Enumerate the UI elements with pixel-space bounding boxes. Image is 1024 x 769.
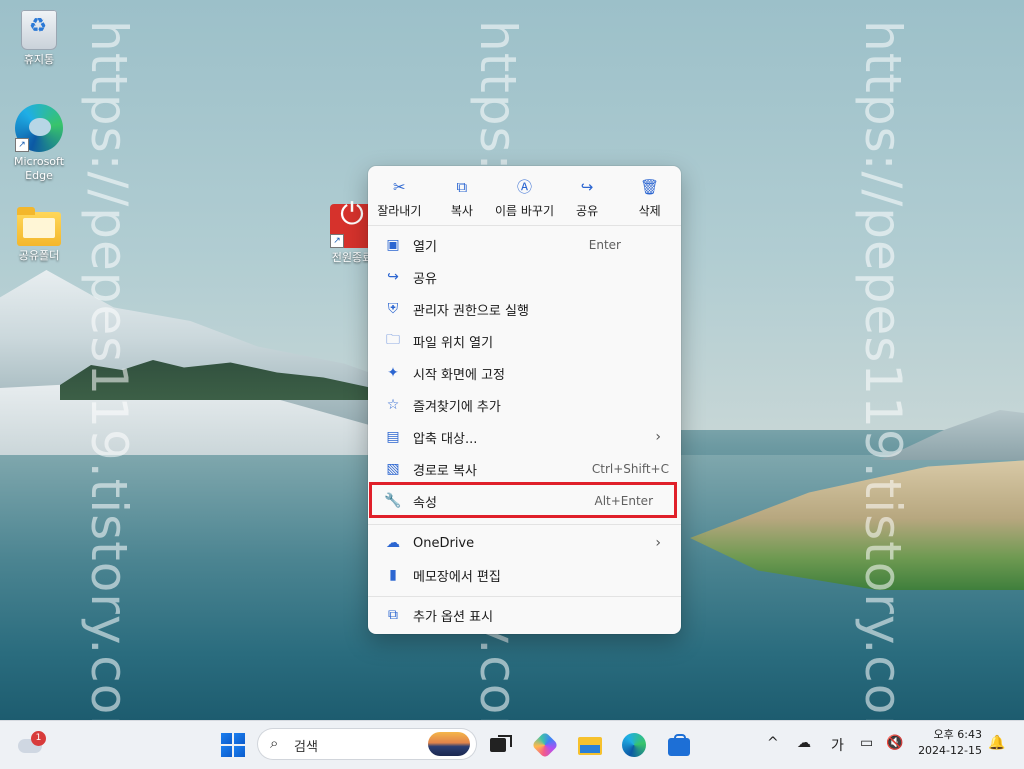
network-icon[interactable]: ▭: [860, 735, 873, 751]
windows-logo-tile: [221, 733, 232, 744]
menu-item-shortcut: Enter: [588, 238, 621, 252]
open-window-icon: ▣: [386, 237, 400, 253]
menu-item-edit-in-notepad[interactable]: ▮ 메모장에서 편집: [372, 560, 677, 590]
weather-widget[interactable]: 1: [16, 731, 46, 755]
edge-icon[interactable]: [622, 733, 646, 757]
windows-logo-tile: [234, 746, 245, 757]
menu-separator: [368, 524, 681, 525]
menu-separator: [368, 225, 681, 226]
ime-indicator[interactable]: 가: [831, 735, 844, 755]
volume-muted-icon[interactable]: 🔇: [886, 735, 903, 751]
notification-badge: 1: [31, 731, 46, 746]
copy-path-icon: ▧: [386, 461, 400, 477]
task-view-button[interactable]: [488, 733, 512, 757]
desktop-icon-recycle-bin[interactable]: 휴지통: [4, 10, 74, 67]
shortcut-arrow-icon: ↗: [15, 138, 29, 152]
share-button[interactable]: ↪ 공유: [557, 166, 617, 224]
delete-button[interactable]: 🗑 삭제: [620, 166, 680, 224]
windows-logo-tile: [234, 733, 245, 744]
notepad-icon: ▮: [389, 567, 397, 583]
notification-bell-icon[interactable]: 🔔: [988, 735, 1005, 751]
desktop-icon-label: 휴지통: [23, 53, 55, 66]
menu-item-pin-to-start[interactable]: ✦ 시작 화면에 고정: [372, 358, 677, 388]
menu-item-add-to-favorites[interactable]: ☆ 즐겨찾기에 추가: [372, 390, 677, 420]
menu-item-onedrive[interactable]: ☁ OneDrive ›: [372, 528, 677, 558]
zip-folder-icon: ▤: [386, 429, 400, 445]
edge-icon: ↗: [15, 104, 63, 152]
copilot-icon[interactable]: [531, 731, 559, 759]
clock-time: 오후 6:43: [933, 728, 982, 741]
menu-item-copy-as-path[interactable]: ▧ 경로로 복사 Ctrl+Shift+C: [372, 454, 677, 484]
rename-icon: Ⓐ: [516, 178, 532, 196]
context-menu-quick-actions: ✂ 잘라내기 ⧉ 복사 Ⓐ 이름 바꾸기 ↪ 공유 🗑 삭제: [368, 166, 681, 224]
menu-item-open[interactable]: ▣ 열기 Enter: [372, 230, 677, 260]
menu-item-compress-to[interactable]: ▤ 압축 대상... ›: [372, 422, 677, 452]
recycle-bin-icon: [21, 10, 57, 50]
onedrive-cloud-icon: ☁: [386, 535, 400, 551]
watermark-text: https://pepes119.tistory.com/: [80, 20, 138, 720]
shield-icon: ⛨: [387, 301, 399, 317]
menu-item-share[interactable]: ↪ 공유: [372, 262, 677, 292]
folder-icon: [17, 207, 61, 246]
taskbar-search-box[interactable]: ⌕ 검색: [258, 729, 476, 759]
shortcut-arrow-icon: ↗: [330, 234, 344, 248]
copy-button[interactable]: ⧉ 복사: [432, 166, 492, 224]
chevron-right-icon: ›: [655, 429, 661, 445]
rename-button[interactable]: Ⓐ 이름 바꾸기: [494, 166, 554, 224]
menu-item-open-file-location[interactable]: 🗀 파일 위치 열기: [372, 326, 677, 356]
windows-logo-tile: [221, 746, 232, 757]
pin-icon: ✦: [387, 365, 399, 381]
chevron-right-icon: ›: [655, 535, 661, 551]
microsoft-store-icon[interactable]: [667, 733, 691, 757]
desktop-icon-label: 공유폴더: [18, 249, 60, 262]
menu-separator: [368, 596, 681, 597]
watermark-text: https://pepes119.tistory.com/: [854, 20, 912, 720]
file-explorer-icon[interactable]: [578, 733, 602, 757]
taskbar-clock[interactable]: 오후 6:43 2024-12-15: [912, 727, 982, 759]
search-icon: ⌕: [270, 734, 279, 752]
star-icon: ☆: [386, 397, 400, 413]
search-placeholder: 검색: [294, 740, 318, 755]
copy-icon: ⧉: [456, 178, 468, 196]
start-button[interactable]: [221, 733, 245, 757]
desktop-icon-label: Microsoft Edge: [13, 155, 65, 182]
onedrive-sync-icon[interactable]: ☁: [797, 735, 811, 751]
menu-item-show-more-options[interactable]: ⧉ 추가 옵션 표시: [372, 600, 677, 630]
scissors-icon: ✂: [393, 178, 406, 196]
cut-button[interactable]: ✂ 잘라내기: [369, 166, 429, 224]
desktop-icon-edge[interactable]: ↗ Microsoft Edge: [4, 104, 74, 183]
context-menu: ✂ 잘라내기 ⧉ 복사 Ⓐ 이름 바꾸기 ↪ 공유 🗑 삭제 ▣ 열기 Ente…: [368, 166, 681, 634]
tray-overflow-chevron-icon[interactable]: ^: [767, 735, 779, 751]
menu-item-shortcut: Ctrl+Shift+C: [591, 462, 669, 476]
properties-highlight-box: [369, 482, 677, 518]
folder-open-icon: 🗀: [386, 332, 400, 348]
desktop-icon-shared-folder[interactable]: 공유폴더: [4, 206, 74, 263]
share-icon: ↪: [580, 178, 594, 196]
more-options-icon: ⧉: [388, 607, 398, 623]
menu-item-run-as-admin[interactable]: ⛨ 관리자 권한으로 실행: [372, 294, 677, 324]
share-icon: ↪: [387, 269, 399, 285]
search-highlight-image: [428, 732, 470, 756]
trash-icon: 🗑: [640, 178, 660, 196]
clock-date: 2024-12-15: [918, 744, 982, 757]
